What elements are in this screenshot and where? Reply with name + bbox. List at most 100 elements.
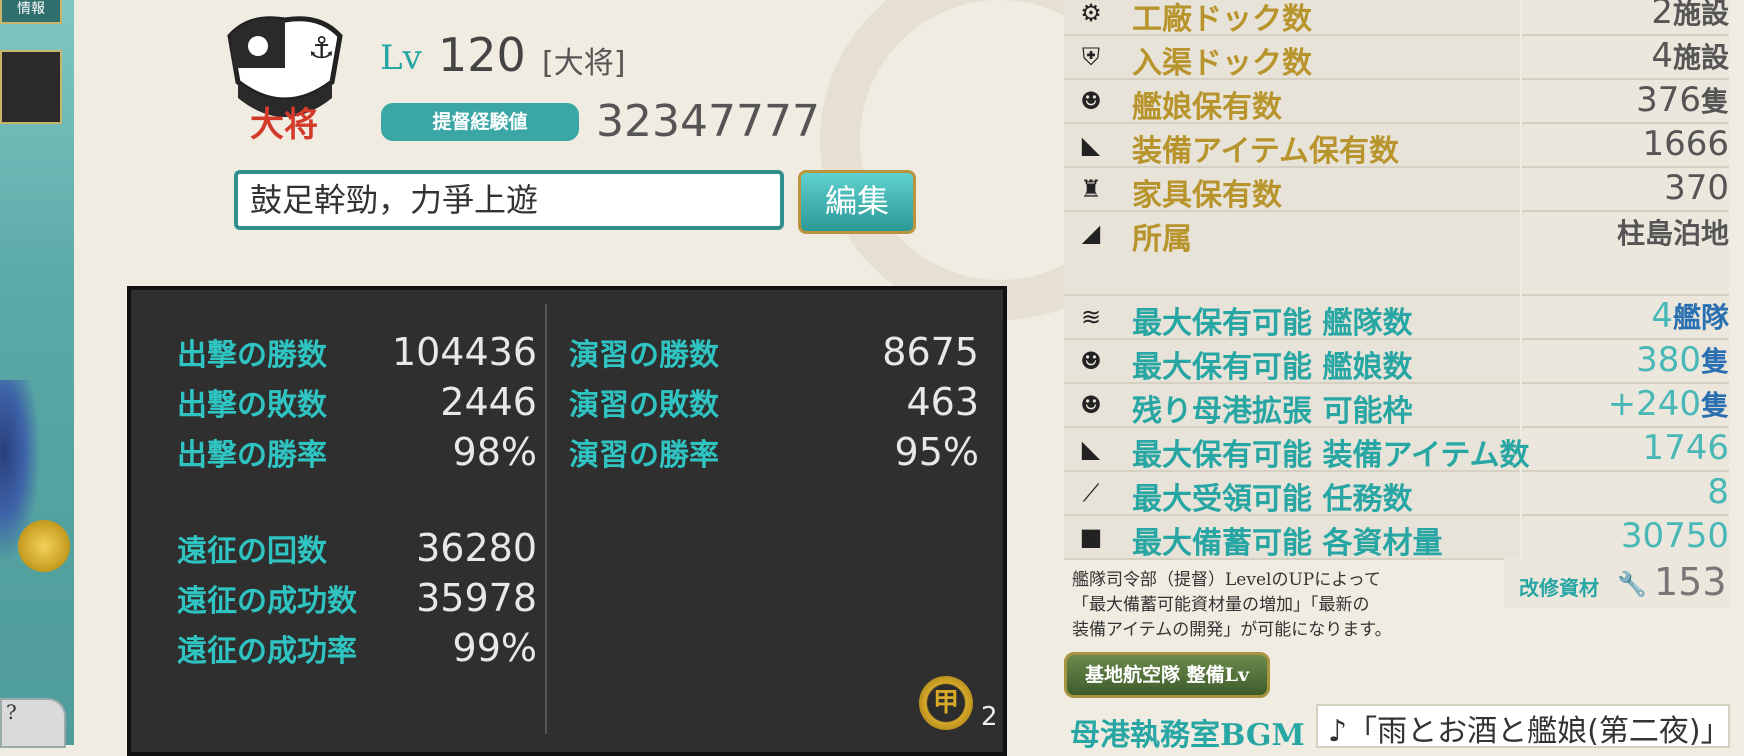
info-unit: 柱島泊地 — [1616, 217, 1729, 250]
stat-label: 出撃の敗数 — [177, 388, 327, 423]
furniture-icon: ♜ — [1080, 175, 1102, 203]
info-label: 艦娘保有数 — [1132, 90, 1282, 125]
note-line: 「最大備蓄可能資材量の増加」「最新の — [1072, 595, 1370, 615]
bgm-select[interactable]: ♪「雨とお酒と艦娘(第二夜)」 — [1316, 704, 1730, 748]
left-sidebar-strip: 情報 ? — [0, 0, 74, 748]
info-label: 工廠ドック数 — [1132, 2, 1312, 37]
info-unit: 隻 — [1700, 85, 1729, 118]
info-number: 380 — [1636, 340, 1701, 380]
sidebar-panel[interactable] — [0, 50, 62, 124]
gear-icon: ⚙ — [1080, 0, 1102, 27]
info-row: ⛨ 入渠ドック数 4施設 — [1064, 36, 1729, 81]
info-value: 2施設 — [1651, 0, 1729, 32]
info-value: 1666 — [1642, 124, 1729, 164]
info-number: 376 — [1636, 80, 1701, 120]
info-number: 4 — [1651, 36, 1673, 76]
info-row: ◣ 装備アイテム保有数 1666 — [1064, 124, 1729, 169]
info-tab[interactable]: 情報 — [0, 0, 62, 24]
info-label: 残り母港拡張 可能枠 — [1132, 394, 1413, 429]
info-unit: 施設 — [1672, 41, 1729, 74]
note-line: 装備アイテムの開発」が可能になります。 — [1072, 620, 1392, 640]
info-label: 入渠ドック数 — [1132, 46, 1312, 81]
info-value: 376隻 — [1636, 80, 1729, 120]
stat-value: 104436 — [391, 330, 537, 374]
feather-icon: ⟋ — [1082, 479, 1100, 507]
info-unit: 施設 — [1672, 0, 1729, 30]
level-up-note: 艦隊司令部（提督）LevelのUPによって 「最大備蓄可能資材量の増加」「最新の… — [1072, 568, 1472, 643]
exp-value: 32347777 — [596, 96, 820, 147]
stat-row-exercise-losses: 演習の敗数 463 — [569, 380, 979, 428]
info-row: ♜ 家具保有数 370 — [1064, 168, 1729, 213]
board-divider — [545, 304, 547, 734]
info-number: 4 — [1651, 296, 1673, 336]
stat-value: 463 — [906, 380, 979, 424]
stat-row-sortie-rate: 出撃の勝率 98% — [177, 430, 537, 478]
info-row: ☻ 艦娘保有数 376隻 — [1064, 80, 1729, 125]
stat-row-expedition-rate: 遠征の成功率 99% — [177, 626, 537, 674]
info-value: 8 — [1707, 472, 1729, 512]
info-number: 30750 — [1620, 516, 1729, 556]
admiral-rank: [大将] — [542, 46, 626, 81]
info-label: 最大保有可能 装備アイテム数 — [1132, 438, 1530, 473]
improvement-material-label: 改修資材 — [1519, 576, 1599, 600]
base-air-maintenance-button[interactable]: 基地航空隊 整備Lv — [1064, 652, 1270, 698]
comment-text: 鼓足幹勁，力爭上遊 — [250, 181, 539, 219]
info-row: ☻ 残り母港拡張 可能枠 +240隻 — [1064, 384, 1729, 429]
wrench-icon: 🔧 — [1617, 570, 1647, 598]
right-info-panel: ⚙ 工廠ドック数 2施設 ⛨ 入渠ドック数 4施設 ☻ 艦娘保有数 376隻 ◣ 装備アイテム保有数… — [1064, 0, 1744, 753]
stat-value: 99% — [452, 626, 537, 670]
ship-girl-icon: ☻ — [1080, 87, 1102, 115]
info-value: 4施設 — [1651, 36, 1729, 76]
resource-icon: ■ — [1079, 523, 1103, 551]
bgm-label: 母港執務室BGM — [1070, 718, 1305, 753]
svg-text:⚓: ⚓ — [308, 31, 335, 66]
stat-label: 出撃の勝率 — [177, 438, 327, 473]
info-label: 最大受領可能 任務数 — [1132, 482, 1413, 517]
kou-medal-count: 2 — [981, 702, 998, 732]
info-label: 最大保有可能 艦娘数 — [1132, 350, 1413, 385]
stat-row-exercise-rate: 演習の勝率 95% — [569, 430, 979, 478]
stat-value: 8675 — [882, 330, 979, 374]
base-icon: ◢ — [1081, 219, 1101, 247]
equipment-icon: ◣ — [1081, 435, 1101, 463]
stat-value: 36280 — [416, 526, 537, 570]
kou-medal-icon: 甲 — [919, 676, 973, 730]
ship-girl-icon: ☻ — [1080, 347, 1102, 375]
stat-value: 35978 — [416, 576, 537, 620]
port-expand-icon: ☻ — [1080, 391, 1102, 419]
info-value: +240隻 — [1608, 384, 1729, 424]
info-unit: 隻 — [1700, 345, 1729, 378]
info-row: ☻ 最大保有可能 艦娘数 380隻 — [1064, 340, 1729, 385]
stat-label: 遠征の回数 — [177, 534, 327, 569]
spacer-row — [1064, 252, 1729, 296]
stat-row-expedition-count: 遠征の回数 36280 — [177, 526, 537, 574]
edit-button[interactable]: 編集 — [798, 170, 916, 234]
info-row: ◣ 最大保有可能 装備アイテム数 1746 — [1064, 428, 1729, 473]
stat-row-sortie-wins: 出撃の勝数 104436 — [177, 330, 537, 378]
stat-label: 演習の敗数 — [569, 388, 719, 423]
stat-label: 演習の勝率 — [569, 438, 719, 473]
stat-value: 2446 — [440, 380, 537, 424]
info-number: +240 — [1607, 384, 1701, 424]
improvement-material-value: 153 — [1654, 560, 1727, 604]
repair-shield-icon: ⛨ — [1082, 43, 1100, 71]
info-number: 1666 — [1642, 124, 1729, 164]
info-row: ≋ 最大保有可能 艦隊数 4艦隊 — [1064, 296, 1729, 341]
info-label: 家具保有数 — [1132, 178, 1282, 213]
comment-field[interactable]: 鼓足幹勁，力爭上遊 — [234, 170, 784, 230]
level-prefix: Lv — [380, 38, 422, 78]
info-label: 最大保有可能 艦隊数 — [1132, 306, 1413, 341]
stat-value: 95% — [894, 430, 979, 474]
stat-row-expedition-success: 遠征の成功数 35978 — [177, 576, 537, 624]
fleet-icon: ≋ — [1080, 303, 1102, 331]
exp-badge: 提督経験値 — [381, 103, 579, 141]
help-button[interactable]: ? — [0, 698, 66, 748]
info-value: 4艦隊 — [1651, 296, 1729, 336]
stat-row-sortie-losses: 出撃の敗数 2446 — [177, 380, 537, 428]
stat-value: 98% — [452, 430, 537, 474]
info-value: 30750 — [1621, 516, 1729, 556]
info-value: 370 — [1664, 168, 1729, 208]
info-row: ◢ 所属 柱島泊地 — [1064, 212, 1729, 257]
stat-label: 出撃の勝数 — [177, 338, 327, 373]
note-line: 艦隊司令部（提督）LevelのUPによって — [1072, 570, 1381, 590]
